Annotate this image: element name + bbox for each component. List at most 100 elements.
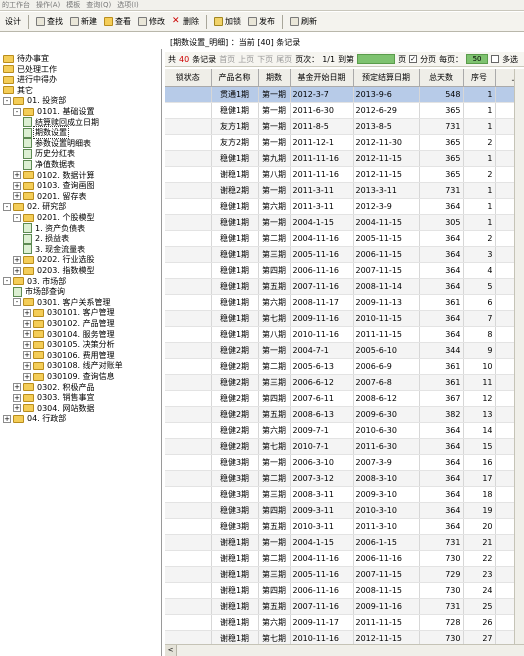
toolbar-button-1[interactable]: 设计 (3, 14, 23, 30)
toolbar-button-6[interactable]: ✕ 删除 (170, 14, 201, 30)
table-row[interactable]: 稳健2期 第六期 2009-7-1 2010-6-30 364 14 (165, 422, 524, 439)
table-row[interactable]: 稳健1期 第五期 2007-11-16 2008-11-14 364 5 (165, 278, 524, 295)
table-row[interactable]: 稳健1期 第六期 2011-3-11 2012-3-9 364 1 (165, 198, 524, 215)
tree-node[interactable]: +0103. 查询画图 (13, 180, 95, 191)
jump-page-input[interactable] (357, 54, 396, 64)
table-row[interactable]: 稳健3期 第三期 2008-3-11 2009-3-10 364 18 (165, 486, 524, 503)
table-row[interactable]: 稳健2期 第三期 2006-6-12 2007-6-8 361 11 (165, 374, 524, 391)
tree-node[interactable]: +030108. 线产对账单 (23, 360, 124, 371)
scroll-left-arrow-icon[interactable]: < (165, 645, 177, 656)
expand-icon[interactable]: + (23, 319, 31, 328)
table-row[interactable]: 稳健3期 第五期 2010-3-11 2011-3-10 364 20 (165, 518, 524, 535)
table-row[interactable]: 谢稳1期 第一期 2004-1-15 2006-1-15 731 21 (165, 534, 524, 551)
prev-page-button[interactable]: 上页 (238, 54, 254, 65)
collapse-icon[interactable]: - (3, 277, 11, 286)
toolbar-button-8[interactable]: 发布 (246, 14, 277, 30)
tree-node[interactable]: - 0201. 个股模型 (13, 212, 95, 223)
tree-node[interactable]: +0303. 销售事宜 (13, 392, 95, 403)
tree-node[interactable]: 1. 资产负债表 (23, 223, 86, 234)
tree-node[interactable]: +0201. 留存表 (13, 191, 87, 202)
tree-node[interactable]: 参数设置明细表 (23, 138, 92, 149)
tree-node[interactable]: +030109. 查询信息 (23, 371, 116, 382)
table-row[interactable]: 稳健2期 第二期 2005-6-13 2006-6-9 361 10 (165, 358, 524, 375)
expand-icon[interactable]: + (13, 266, 21, 275)
table-row[interactable]: 谢稳1期 第七期 2010-11-16 2012-11-15 730 27 (165, 630, 524, 644)
expand-icon[interactable]: + (13, 192, 21, 201)
expand-icon[interactable]: + (23, 330, 31, 339)
table-row[interactable]: 谢稳1期 第五期 2007-11-16 2009-11-16 731 25 (165, 598, 524, 615)
per-page-input[interactable]: 50 (466, 54, 489, 64)
table-row[interactable]: 友方2期 第一期 2011-12-1 2012-11-30 365 2 (165, 134, 524, 151)
table-row[interactable]: 稳健1期 第九期 2011-11-16 2012-11-15 365 1 (165, 150, 524, 167)
column-header[interactable]: 序号 (463, 69, 496, 87)
tree-node[interactable]: 结算赎回成立日期 (23, 117, 100, 128)
collapse-icon[interactable]: - (13, 298, 21, 307)
table-row[interactable]: 谢稳2期 第一期 2011-3-11 2013-3-11 731 1 (165, 182, 524, 199)
first-page-button[interactable]: 首页 (219, 54, 235, 65)
tree-node[interactable]: 期数设置 (23, 126, 69, 140)
expand-icon[interactable]: + (3, 414, 11, 423)
next-page-button[interactable]: 下页 (257, 54, 273, 65)
column-header[interactable]: 产品名称 (211, 69, 259, 87)
collapse-icon[interactable]: - (13, 213, 21, 222)
expand-icon[interactable]: + (13, 171, 21, 180)
tree-node[interactable]: - 0101. 基础设置 (13, 106, 95, 117)
collapse-icon[interactable]: - (13, 107, 21, 116)
table-row[interactable]: 稳健3期 第二期 2007-3-12 2008-3-10 364 17 (165, 470, 524, 487)
expand-icon[interactable]: + (13, 393, 21, 402)
column-header[interactable]: 锁状态 (165, 69, 212, 87)
toolbar-button-5[interactable]: 修改 (136, 14, 167, 30)
toolbar-button-3[interactable]: 新建 (68, 14, 99, 30)
expand-icon[interactable]: + (23, 351, 31, 360)
table-row[interactable]: 稳健3期 第一期 2006-3-10 2007-3-9 364 16 (165, 454, 524, 471)
collapse-icon[interactable]: - (3, 202, 11, 211)
table-row[interactable]: 谢稳1期 第二期 2004-11-16 2006-11-16 730 22 (165, 550, 524, 567)
tree-node[interactable]: +030102. 产品管理 (23, 318, 116, 329)
tree-node[interactable]: 2. 损益表 (23, 233, 70, 244)
menu-item[interactable]: 查询(Q) (86, 0, 111, 10)
toolbar-button-4[interactable]: 查看 (102, 14, 133, 30)
table-row[interactable]: 稳健1期 第四期 2006-11-16 2007-11-15 364 4 (165, 262, 524, 279)
table-row[interactable]: 稳健1期 第六期 2008-11-17 2009-11-13 361 6 (165, 294, 524, 311)
toolbar-button-9[interactable]: 刷新 (288, 14, 319, 30)
tree-node[interactable]: +0202. 行业选股 (13, 254, 95, 265)
table-row[interactable]: 谢稳1期 第三期 2005-11-16 2007-11-15 729 23 (165, 566, 524, 583)
column-header[interactable]: 预定结算日期 (353, 69, 420, 87)
tree-node[interactable]: +0102. 数据计算 (13, 170, 95, 181)
table-row[interactable]: 谢稳1期 第六期 2009-11-17 2011-11-15 728 26 (165, 614, 524, 631)
tree-node[interactable]: +030104. 服务管理 (23, 329, 116, 340)
expand-icon[interactable]: + (13, 383, 21, 392)
tree-node[interactable]: 净值数据表 (23, 159, 76, 170)
column-header[interactable]: 总天数 (419, 69, 464, 87)
menu-item[interactable]: 模板 (66, 0, 80, 10)
table-row[interactable]: 谢稳1期 第四期 2006-11-16 2008-11-15 730 24 (165, 582, 524, 599)
vertical-scrollbar[interactable] (514, 69, 524, 644)
collapse-icon[interactable]: - (3, 96, 11, 105)
expand-icon[interactable]: + (13, 181, 21, 190)
tree-node[interactable]: - 02. 研究部 (3, 201, 67, 212)
table-row[interactable]: 友方1期 第一期 2011-8-5 2013-8-5 731 1 (165, 118, 524, 135)
table-row[interactable]: 稳健1期 第七期 2009-11-16 2010-11-15 364 7 (165, 310, 524, 327)
menu-item[interactable]: 的工作台 (2, 0, 30, 10)
toolbar-button-7[interactable]: 加锁 (212, 14, 243, 30)
table-row[interactable]: 稳健2期 第一期 2004-7-1 2005-6-10 344 9 (165, 342, 524, 359)
tree-node[interactable]: - 03. 市场部 (3, 276, 67, 287)
tree-node[interactable]: 待办事宜 (3, 53, 50, 64)
tree-node[interactable]: 进行中得办 (3, 74, 58, 85)
toolbar-button-2[interactable]: 查找 (34, 14, 65, 30)
tree-node[interactable]: +0203. 指数模型 (13, 265, 95, 276)
last-page-button[interactable]: 尾页 (276, 54, 292, 65)
table-row[interactable]: 贯通1期 第一期 2012-3-7 2013-9-6 548 1 (165, 86, 524, 103)
tree-node[interactable]: +030106. 费用管理 (23, 350, 116, 361)
tree-node[interactable]: - 01. 投资部 (3, 95, 67, 106)
tree-node[interactable]: 其它 (3, 85, 34, 96)
table-row[interactable]: 稳健1期 第一期 2004-1-15 2004-11-15 305 1 (165, 214, 524, 231)
table-row[interactable]: 谢稳1期 第八期 2011-11-16 2012-11-15 365 2 (165, 166, 524, 183)
horizontal-scrollbar[interactable]: < (165, 644, 524, 656)
menu-item[interactable]: 操作(A) (36, 0, 60, 10)
menu-item[interactable]: 选项(I) (117, 0, 139, 10)
table-row[interactable]: 稳健3期 第四期 2009-3-11 2010-3-10 364 19 (165, 502, 524, 519)
column-header[interactable]: 期数 (258, 69, 291, 87)
expand-icon[interactable]: + (23, 372, 31, 381)
tree-node[interactable]: 市场部查询 (13, 286, 66, 297)
